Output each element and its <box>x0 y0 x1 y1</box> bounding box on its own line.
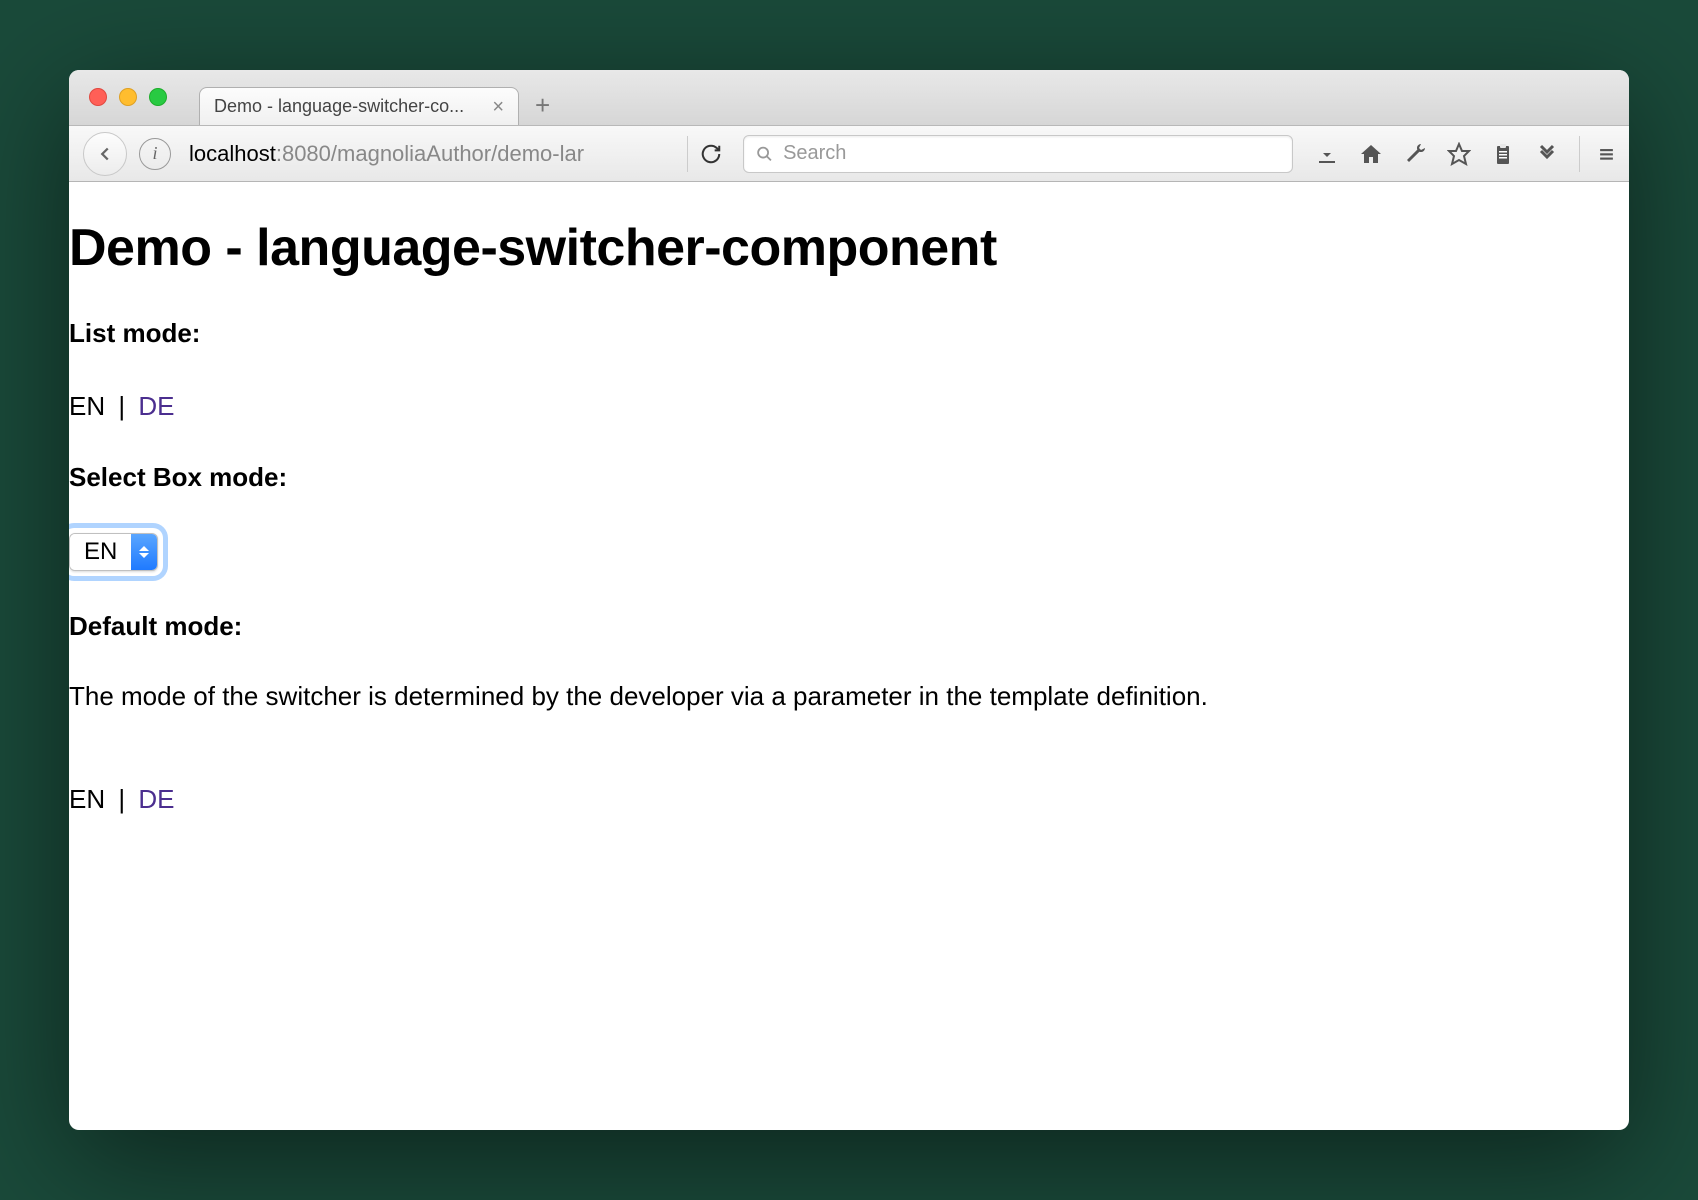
tab-strip: Demo - language-switcher-co... × + <box>199 70 566 125</box>
back-button[interactable] <box>83 132 127 176</box>
page-title: Demo - language-switcher-component <box>69 218 1629 278</box>
browser-window: Demo - language-switcher-co... × + i loc… <box>69 70 1629 1130</box>
hamburger-icon <box>1598 142 1615 166</box>
lang-current-default: EN <box>69 784 105 814</box>
maximize-window-button[interactable] <box>149 88 167 106</box>
browser-tab[interactable]: Demo - language-switcher-co... × <box>199 87 519 125</box>
select-arrows-icon <box>131 534 157 570</box>
default-mode-heading: Default mode: <box>69 611 1629 642</box>
url-port: :8080 <box>276 141 331 167</box>
search-input[interactable] <box>783 142 1280 165</box>
select-value: EN <box>70 534 131 570</box>
lang-current: EN <box>69 391 105 421</box>
titlebar: Demo - language-switcher-co... × + <box>69 70 1629 126</box>
close-tab-icon[interactable]: × <box>492 97 504 117</box>
search-box[interactable] <box>743 135 1293 173</box>
description-text: The mode of the switcher is determined b… <box>69 680 1629 714</box>
minimize-window-button[interactable] <box>119 88 137 106</box>
toolbar: i localhost:8080/magnoliaAuthor/demo-lar <box>69 126 1629 182</box>
language-select[interactable]: EN <box>69 533 158 571</box>
url-host: localhost <box>189 141 276 167</box>
toolbar-icons <box>1315 142 1559 166</box>
star-icon[interactable] <box>1447 142 1471 166</box>
language-list: EN | DE <box>69 391 1629 422</box>
list-mode-heading: List mode: <box>69 318 1629 349</box>
lang-link-de-default[interactable]: DE <box>138 784 174 814</box>
home-icon[interactable] <box>1359 142 1383 166</box>
url-path: /magnoliaAuthor/demo-lar <box>331 141 584 167</box>
traffic-lights <box>89 88 167 106</box>
reload-icon <box>700 143 722 165</box>
url-bar[interactable]: localhost:8080/magnoliaAuthor/demo-lar <box>183 135 673 173</box>
lang-separator-default: | <box>112 784 131 814</box>
language-select-wrap: EN <box>69 533 158 571</box>
wrench-icon[interactable] <box>1403 142 1427 166</box>
menu-button[interactable] <box>1579 136 1615 172</box>
select-mode-heading: Select Box mode: <box>69 462 1629 493</box>
language-list-default: EN | DE <box>69 784 1629 815</box>
overflow-icon[interactable] <box>1535 142 1559 166</box>
search-icon <box>756 145 773 163</box>
clipboard-icon[interactable] <box>1491 142 1515 166</box>
lang-link-de[interactable]: DE <box>138 391 174 421</box>
close-window-button[interactable] <box>89 88 107 106</box>
lang-separator: | <box>112 391 131 421</box>
new-tab-button[interactable]: + <box>519 90 566 125</box>
back-arrow-icon <box>94 143 116 165</box>
page-content: Demo - language-switcher-component List … <box>69 218 1629 815</box>
site-identity-icon[interactable]: i <box>139 138 171 170</box>
tab-title: Demo - language-switcher-co... <box>214 96 464 117</box>
downloads-icon[interactable] <box>1315 142 1339 166</box>
reload-button[interactable] <box>687 136 723 172</box>
